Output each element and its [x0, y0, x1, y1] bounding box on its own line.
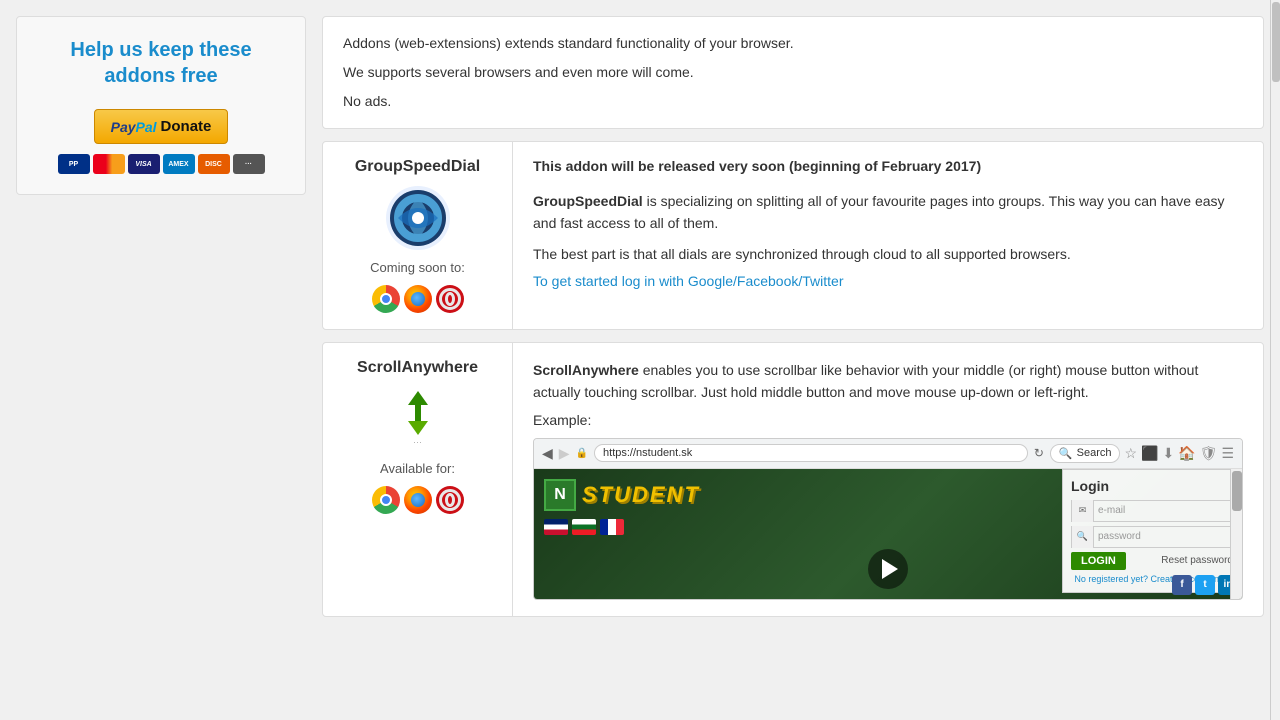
- firefox-icon-scroll: [404, 486, 432, 514]
- addon-left-gsd: GroupSpeedDial Coming soon to:: [323, 142, 513, 329]
- example-label: Example:: [533, 412, 1243, 428]
- paypal-logo: PayPal: [111, 119, 157, 135]
- card-visa: VISA: [128, 154, 160, 174]
- info-line-1: Addons (web-extensions) extends standard…: [343, 33, 1243, 54]
- gsd-icon-svg: [388, 188, 448, 248]
- password-placeholder: password: [1094, 531, 1145, 542]
- flag-fr: [600, 519, 624, 535]
- addon-right-scroll: ScrollAnywhere enables you to use scroll…: [513, 343, 1263, 616]
- addon-link-gsd[interactable]: To get started log in with Google/Facebo…: [533, 273, 844, 289]
- opera-icon-gsd: [436, 285, 464, 313]
- scroll-bar-top: [415, 405, 421, 413]
- release-notice: This addon will be released very soon (b…: [533, 158, 1243, 174]
- browser-icons-gsd: [372, 285, 464, 313]
- search-placeholder-text: Search: [1077, 447, 1112, 459]
- url-text: https://nstudent.sk: [603, 447, 692, 459]
- info-line-2: We supports several browsers and even mo…: [343, 62, 1243, 83]
- addon-desc-gsd-2: The best part is that all dials are sync…: [533, 243, 1243, 265]
- addon-available-label: Available for:: [380, 461, 455, 476]
- scroll-dots: ···: [413, 437, 422, 447]
- addon-name-bold-scroll: ScrollAnywhere: [533, 362, 639, 378]
- reload-button[interactable]: ↻: [1034, 446, 1044, 460]
- preview-scrollbar-thumb: [1232, 471, 1242, 511]
- login-actions: LOGIN Reset password: [1071, 552, 1233, 570]
- card-paypal: PP: [58, 154, 90, 174]
- facebook-icon[interactable]: f: [1172, 575, 1192, 595]
- donate-box: Help us keep these addons free PayPal Do…: [16, 16, 306, 195]
- addon-name-scroll: ScrollAnywhere: [357, 359, 478, 377]
- flag-sk: [572, 519, 596, 535]
- addon-right-gsd: This addon will be released very soon (b…: [513, 142, 1263, 329]
- addon-icon-gsd: [386, 186, 450, 250]
- flag-uk: [544, 519, 568, 535]
- addon-name-gsd: GroupSpeedDial: [355, 158, 480, 176]
- scroll-arrow-down: [408, 421, 428, 435]
- bookmark-star-icon[interactable]: ☆: [1124, 445, 1137, 462]
- main-content: Addons (web-extensions) extends standard…: [322, 16, 1264, 617]
- twitter-icon[interactable]: t: [1195, 575, 1215, 595]
- password-field[interactable]: 🔍 password: [1071, 526, 1233, 548]
- shield-icon[interactable]: 🛡: [1200, 445, 1218, 462]
- card-mastercard: [93, 154, 125, 174]
- play-triangle-icon: [882, 559, 898, 579]
- opera-icon-scroll: [436, 486, 464, 514]
- addon-desc-gsd-1: GroupSpeedDial is specializing on splitt…: [533, 190, 1243, 235]
- chrome-icon-scroll: [372, 486, 400, 514]
- browser-bar: ◀ ▶ 🔒 https://nstudent.sk ↻ 🔍 Search: [534, 439, 1242, 469]
- donate-title: Help us keep these addons free: [37, 37, 285, 89]
- addon-groupspeeddial: GroupSpeedDial Coming soon to:: [322, 141, 1264, 330]
- email-field[interactable]: ✉ e-mail: [1071, 500, 1233, 522]
- addon-name-bold-gsd: GroupSpeedDial: [533, 193, 643, 209]
- back-button[interactable]: ◀: [542, 445, 553, 462]
- copy-icon[interactable]: ⬛: [1141, 445, 1158, 462]
- info-line-3: No ads.: [343, 91, 1243, 112]
- paypal-pay: Pay: [111, 119, 136, 135]
- email-placeholder: e-mail: [1094, 505, 1129, 516]
- page-scrollbar-thumb: [1272, 2, 1280, 82]
- browser-icons-scroll: [372, 486, 464, 514]
- email-icon: ✉: [1072, 500, 1094, 522]
- social-icons: f t in: [1172, 575, 1238, 595]
- search-bar[interactable]: 🔍 Search: [1050, 444, 1121, 463]
- paypal-donate-button[interactable]: PayPal Donate PP VISA AMEX DISC ···: [58, 109, 265, 174]
- screenshot-preview: ◀ ▶ 🔒 https://nstudent.sk ↻ 🔍 Search: [533, 438, 1243, 600]
- browser-toolbar-actions: 🔍 Search ☆ ⬛ ⬇ 🏠 🛡 ☰: [1050, 444, 1234, 463]
- addon-left-scroll: ScrollAnywhere ··· Available for:: [323, 343, 513, 616]
- search-icon: 🔍: [1059, 447, 1073, 460]
- addon-scrollanywhere: ScrollAnywhere ··· Available for:: [322, 342, 1264, 617]
- home-icon[interactable]: 🏠: [1178, 445, 1195, 462]
- addon-desc-scroll: ScrollAnywhere enables you to use scroll…: [533, 359, 1243, 404]
- addon-coming-label: Coming soon to:: [370, 260, 465, 275]
- sidebar: Help us keep these addons free PayPal Do…: [16, 16, 306, 617]
- login-button[interactable]: LOGIN: [1071, 552, 1126, 570]
- paypal-pal: Pal: [136, 119, 157, 135]
- login-title: Login: [1071, 478, 1233, 494]
- url-bar[interactable]: https://nstudent.sk: [594, 444, 1028, 462]
- preview-scrollbar[interactable]: [1230, 469, 1242, 599]
- chrome-icon-gsd: [372, 285, 400, 313]
- scroll-arrow-up: [408, 391, 428, 405]
- student-text: STUDENT: [582, 482, 700, 508]
- card-other: ···: [233, 154, 265, 174]
- download-icon[interactable]: ⬇: [1162, 445, 1174, 462]
- donate-label: Donate: [161, 118, 212, 135]
- lock-icon: 🔒: [576, 448, 588, 459]
- page-scrollbar[interactable]: [1270, 0, 1280, 720]
- card-icons: PP VISA AMEX DISC ···: [58, 154, 265, 174]
- firefox-icon-gsd: [404, 285, 432, 313]
- play-button[interactable]: [868, 549, 908, 589]
- site-preview: N STUDENT Login: [534, 469, 1242, 599]
- password-icon: 🔍: [1072, 526, 1094, 548]
- card-discover: DISC: [198, 154, 230, 174]
- scroll-bar-mid: [415, 413, 421, 421]
- forward-button[interactable]: ▶: [559, 445, 570, 462]
- reset-password-link[interactable]: Reset password: [1161, 555, 1233, 566]
- menu-icon[interactable]: ☰: [1221, 445, 1234, 462]
- student-n-icon: N: [544, 479, 576, 511]
- info-box: Addons (web-extensions) extends standard…: [322, 16, 1264, 129]
- scroll-icon: ···: [408, 387, 428, 451]
- card-amex: AMEX: [163, 154, 195, 174]
